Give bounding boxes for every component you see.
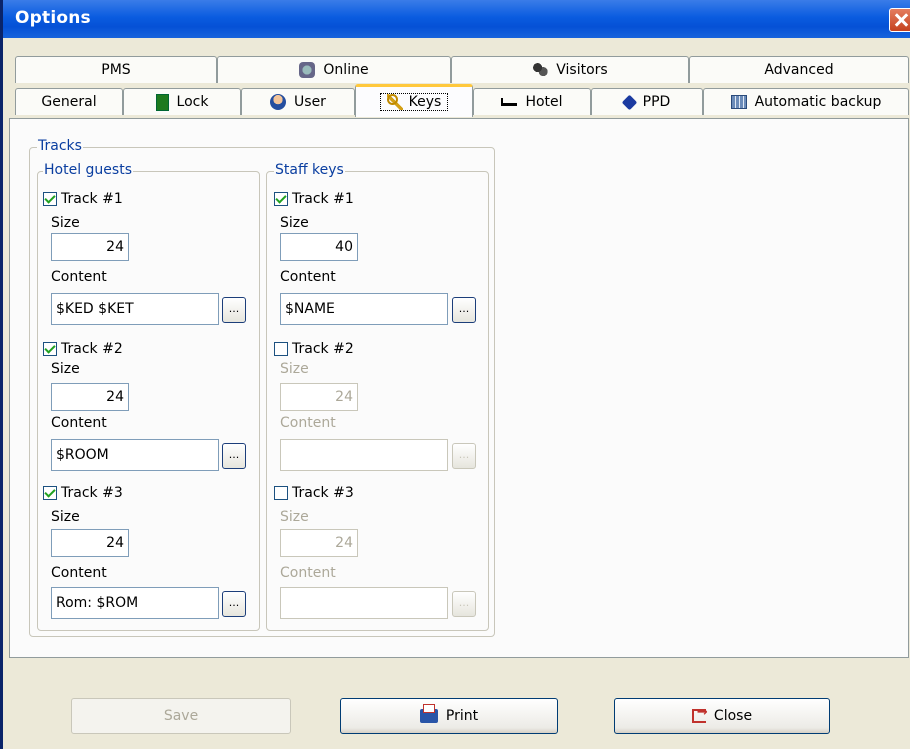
save-button-label: Save <box>163 708 199 724</box>
staff-track1-content-input[interactable]: $NAME <box>280 293 448 325</box>
tab-user[interactable]: User <box>241 88 355 115</box>
hotel-track3-size-input[interactable]: 24 <box>51 529 129 557</box>
hotel-track2-content-input[interactable]: $ROOM <box>51 439 219 471</box>
hotel-track1-content-label: Content <box>51 269 107 285</box>
checkbox-box[interactable] <box>274 486 288 500</box>
close-button-label: Close <box>713 708 753 724</box>
hotel-track1-browse-button[interactable]: ... <box>222 297 246 323</box>
tab-label: Visitors <box>556 62 608 78</box>
bed-icon <box>501 98 518 106</box>
tab-online[interactable]: Online <box>217 56 451 83</box>
keys-tab-panel: Tracks Hotel guests Track #1 Size 24 Con… <box>9 118 909 658</box>
hotel-track3-content-input[interactable]: Rom: $ROM <box>51 587 219 619</box>
staff-track2-size-label: Size <box>280 361 309 377</box>
ppd-icon <box>621 94 637 110</box>
window-close-button[interactable] <box>889 8 910 32</box>
tab-label: PPD <box>642 94 671 110</box>
printer-icon <box>419 704 438 723</box>
staff-track3-size-label: Size <box>280 509 309 525</box>
tab-visitors[interactable]: Visitors <box>451 56 689 83</box>
tab-label: Online <box>323 62 369 78</box>
checkbox-label: Track #2 <box>292 341 354 357</box>
calendar-icon <box>730 95 747 109</box>
save-button[interactable]: Save <box>71 698 291 734</box>
lock-icon <box>155 93 169 111</box>
tab-ppd[interactable]: PPD <box>591 88 703 115</box>
tab-general[interactable]: General <box>15 88 123 115</box>
close-button[interactable]: Close <box>614 698 830 734</box>
user-icon <box>270 94 287 110</box>
tab-keys[interactable]: Keys <box>355 84 473 117</box>
checkbox-box[interactable] <box>43 342 57 356</box>
staff-track3-content-label: Content <box>280 565 336 581</box>
hotel-track2-size-input[interactable]: 24 <box>51 383 129 411</box>
hotel-guests-legend: Hotel guests <box>43 162 133 178</box>
tab-label: Keys <box>408 94 442 110</box>
checkbox-box[interactable] <box>274 192 288 206</box>
button-bar: Save Print Close <box>6 666 910 749</box>
tab-keys-focus: Keys <box>379 93 449 111</box>
staff-track1-browse-button[interactable]: ... <box>452 297 476 323</box>
tab-advanced[interactable]: Advanced <box>689 56 909 83</box>
staff-track2-content-label: Content <box>280 415 336 431</box>
checkbox-label: Track #3 <box>292 485 354 501</box>
staff-track2-browse-button[interactable]: ... <box>452 443 476 469</box>
tab-label: General <box>41 94 97 110</box>
staff-track3-content-input[interactable] <box>280 587 448 619</box>
tab-label: Lock <box>176 94 209 110</box>
online-icon <box>299 62 316 78</box>
staff-track3-browse-button[interactable]: ... <box>452 591 476 617</box>
window-title: Options <box>15 8 91 28</box>
hotel-track2-content-label: Content <box>51 415 107 431</box>
staff-keys-legend: Staff keys <box>274 162 345 178</box>
hotel-track1-size-label: Size <box>51 215 80 231</box>
hotel-track1-size-input[interactable]: 24 <box>51 233 129 261</box>
checkbox-box[interactable] <box>43 486 57 500</box>
checkbox-label: Track #2 <box>61 341 123 357</box>
hotel-track2-checkbox[interactable]: Track #2 <box>43 341 123 357</box>
tab-label: User <box>294 94 326 110</box>
staff-track1-checkbox[interactable]: Track #1 <box>274 191 354 207</box>
hotel-track2-browse-button[interactable]: ... <box>222 443 246 469</box>
staff-track2-content-input[interactable] <box>280 439 448 471</box>
tab-pms[interactable]: PMS <box>15 56 217 83</box>
checkbox-label: Track #3 <box>61 485 123 501</box>
tab-hotel[interactable]: Hotel <box>473 88 591 115</box>
staff-track2-checkbox[interactable]: Track #2 <box>274 341 354 357</box>
print-button-label: Print <box>445 708 479 724</box>
hotel-track1-checkbox[interactable]: Track #1 <box>43 191 123 207</box>
tab-label: Advanced <box>764 62 834 78</box>
staff-track1-size-input[interactable]: 40 <box>280 233 358 261</box>
tracks-legend: Tracks <box>37 138 83 154</box>
print-button[interactable]: Print <box>340 698 558 734</box>
staff-track3-checkbox[interactable]: Track #3 <box>274 485 354 501</box>
hotel-track3-size-label: Size <box>51 509 80 525</box>
hotel-track3-browse-button[interactable]: ... <box>222 591 246 617</box>
checkbox-label: Track #1 <box>292 191 354 207</box>
staff-track2-size-input[interactable]: 24 <box>280 383 358 411</box>
tab-lock[interactable]: Lock <box>123 88 241 115</box>
staff-track1-content-label: Content <box>280 269 336 285</box>
staff-track1-size-label: Size <box>280 215 309 231</box>
tab-label: Automatic backup <box>754 94 882 110</box>
checkbox-box[interactable] <box>274 342 288 356</box>
tab-label: Hotel <box>525 94 563 110</box>
hotel-track3-checkbox[interactable]: Track #3 <box>43 485 123 501</box>
checkbox-label: Track #1 <box>61 191 123 207</box>
hotel-track2-size-label: Size <box>51 361 80 377</box>
tab-automatic-backup[interactable]: Automatic backup <box>703 88 909 115</box>
exit-icon <box>691 705 708 723</box>
title-bar[interactable]: Options <box>3 0 910 38</box>
options-window: Options PMS Online Visitors Advanced Gen… <box>0 0 910 749</box>
staff-track3-size-input[interactable]: 24 <box>280 529 358 557</box>
visitors-icon <box>532 62 549 78</box>
tab-label: PMS <box>101 62 131 78</box>
hotel-track1-content-input[interactable]: $KED $KET <box>51 293 219 325</box>
hotel-track3-content-label: Content <box>51 565 107 581</box>
keys-icon <box>386 94 403 110</box>
checkbox-box[interactable] <box>43 192 57 206</box>
